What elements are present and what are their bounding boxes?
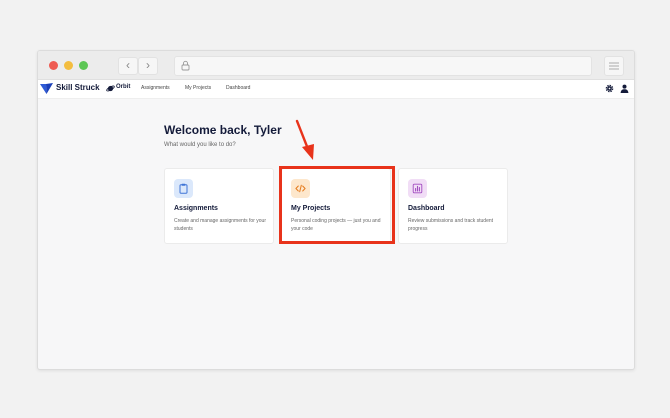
- browser-menu-button[interactable]: [604, 56, 624, 76]
- back-button[interactable]: ‹: [118, 57, 138, 75]
- menu-icon: [609, 62, 619, 70]
- user-icon[interactable]: [620, 84, 629, 93]
- close-window-button[interactable]: [49, 61, 58, 70]
- nav-my-projects[interactable]: My Projects: [185, 85, 211, 91]
- dashboard-card[interactable]: Dashboard Review submissions and track s…: [398, 168, 508, 244]
- browser-titlebar: ‹ ›: [38, 51, 634, 80]
- nav-assignments[interactable]: Assignments: [141, 85, 170, 91]
- minimize-window-button[interactable]: [64, 61, 73, 70]
- annotation-arrow-icon: [295, 119, 314, 160]
- skill-struck-logo-icon[interactable]: [40, 83, 53, 94]
- dashboard-card-description: Review submissions and track student pro…: [408, 218, 494, 232]
- brand-name[interactable]: Skill Struck: [56, 83, 100, 92]
- bar-chart-icon: [412, 183, 423, 194]
- dashboard-card-icon-tile: [408, 179, 427, 198]
- dashboard-card-title: Dashboard: [408, 205, 445, 212]
- welcome-subtitle: What would you like to do?: [164, 142, 236, 148]
- app-header: Skill Struck Orbit Assignments My Projec…: [38, 80, 634, 99]
- orbit-planet-icon: [106, 85, 115, 92]
- settings-gear-icon[interactable]: [605, 84, 614, 93]
- maximize-window-button[interactable]: [79, 61, 88, 70]
- assignments-card-title: Assignments: [174, 205, 218, 212]
- product-name[interactable]: Orbit: [116, 84, 130, 90]
- clipboard-icon: [179, 183, 188, 194]
- browser-window: ‹ › Skill Struck Orbit Assignments My Pr…: [37, 50, 635, 370]
- assignments-card[interactable]: Assignments Create and manage assignment…: [164, 168, 274, 244]
- forward-button[interactable]: ›: [138, 57, 158, 75]
- assignments-card-description: Create and manage assignments for your s…: [174, 218, 266, 232]
- welcome-heading: Welcome back, Tyler: [164, 123, 282, 137]
- assignments-card-icon-tile: [174, 179, 193, 198]
- nav-dashboard[interactable]: Dashboard: [226, 85, 250, 91]
- address-bar[interactable]: [174, 56, 592, 76]
- my-projects-highlight-box: [279, 166, 395, 244]
- lock-icon: [181, 60, 190, 71]
